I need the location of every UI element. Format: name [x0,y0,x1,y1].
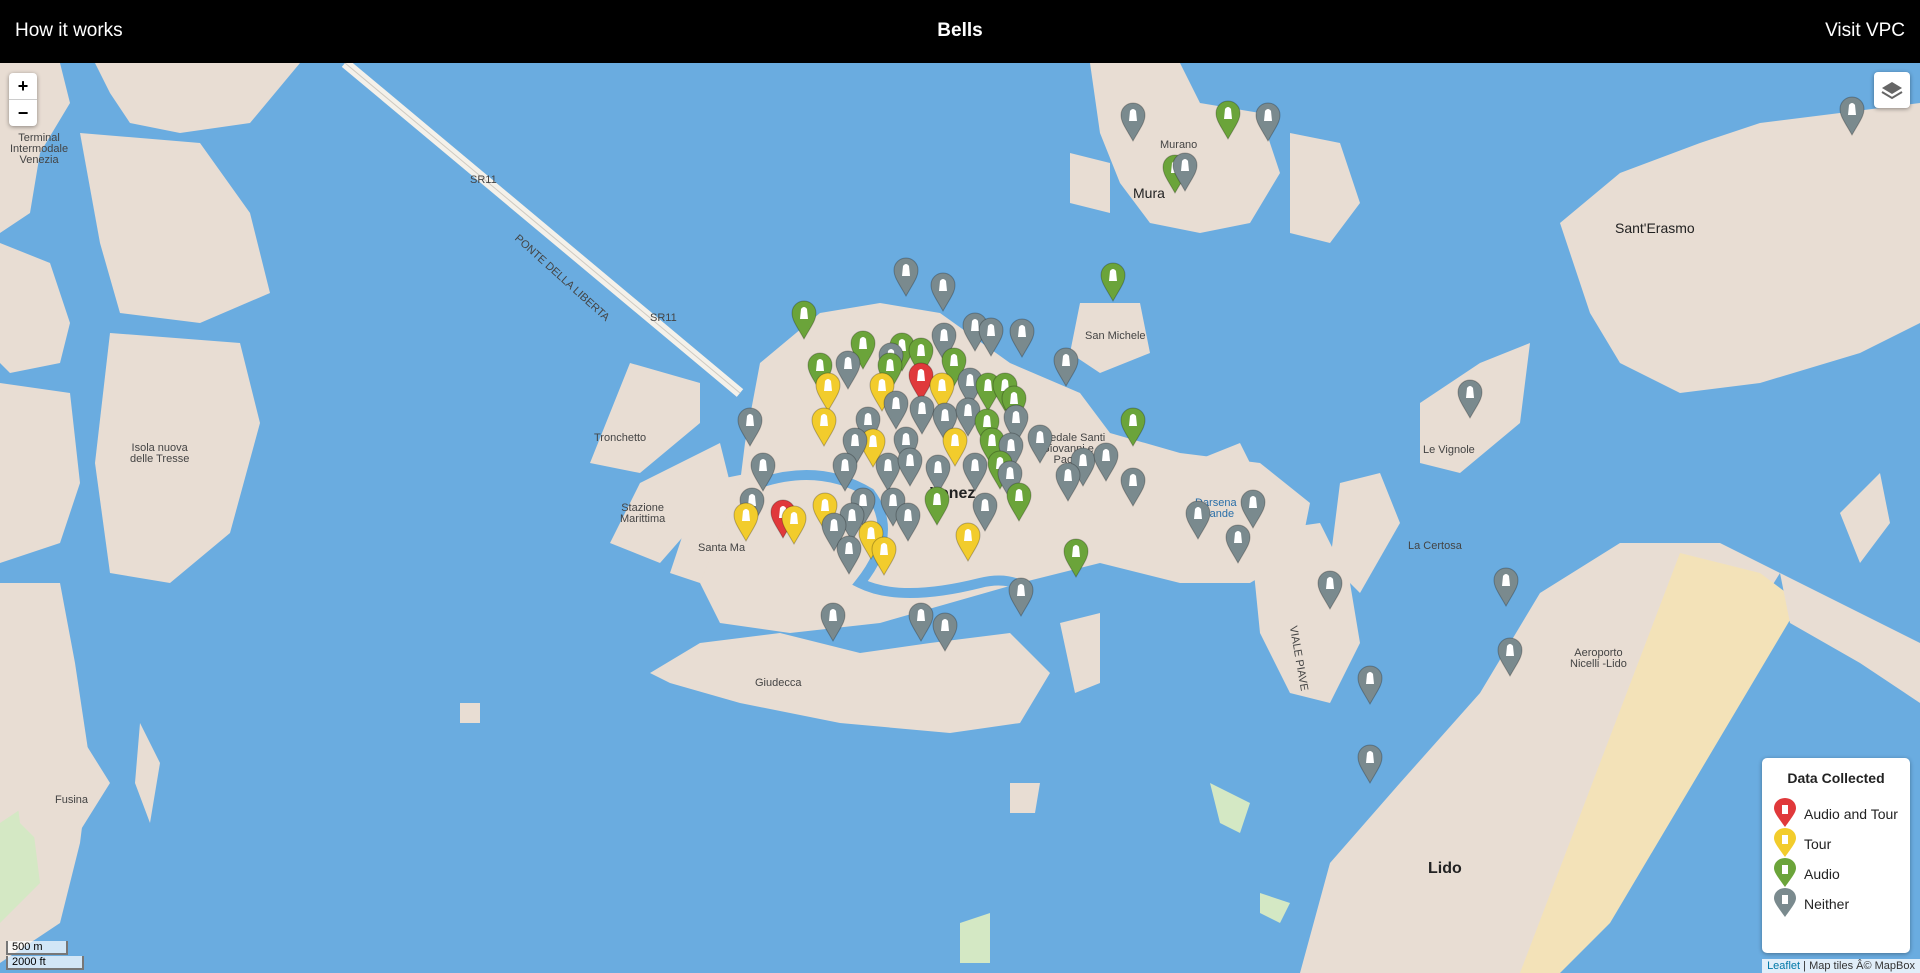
place-label-san-michele: San Michele [1085,330,1146,342]
scale-metric: 500 m [6,941,68,955]
road-label-sr11-b: SR11 [650,312,677,324]
legend-item-audio-and-tour: Audio and Tour [1772,798,1908,828]
layers-control-button[interactable] [1874,72,1910,108]
legend-item-tour: Tour [1772,828,1908,858]
legend-panel: Data Collected Audio and Tour Tour Audio… [1762,758,1910,953]
leaflet-link[interactable]: Leaflet [1767,960,1800,972]
legend-item-neither: Neither [1772,888,1908,918]
legend-label: Audio and Tour [1804,806,1898,822]
place-label-lido: Lido [1428,860,1462,877]
zoom-in-button[interactable]: + [9,73,37,99]
bell-marker-icon [1774,888,1796,917]
zoom-control: + − [9,73,37,126]
place-label-stazione: Stazione Marittima [620,502,666,525]
legend-label: Tour [1804,836,1832,852]
zoom-out-button[interactable]: − [9,99,37,126]
place-label-santa-marta: Santa Ma [698,542,746,554]
legend-title: Data Collected [1787,770,1885,786]
place-label-isola-tresse: Isola nuova delle Tresse [130,442,190,465]
place-label-vignole: Le Vignole [1423,444,1475,456]
place-label-certosa: La Certosa [1408,540,1462,552]
bell-marker-icon [1774,858,1796,887]
legend-item-audio: Audio [1772,858,1908,888]
place-label-giudecca: Giudecca [755,677,802,689]
place-label-fusina: Fusina [55,794,89,806]
place-label-santerasmo: Sant'Erasmo [1615,220,1695,236]
page-title: Bells [937,20,983,41]
top-navbar: How it works Bells Visit VPC [0,0,1920,63]
visit-vpc-link[interactable]: Visit VPC [1825,20,1905,42]
road-label-sr11-a: SR11 [470,174,497,186]
basemap [0,63,1920,973]
place-label-terminal: Terminal Intermodale Venezia [10,132,69,166]
place-label-tronchetto: Tronchetto [594,432,647,444]
place-label-murano-small: Murano [1160,139,1198,151]
bell-marker-icon [1774,798,1796,827]
map-canvas[interactable]: + − Terminal Intermodale Venezia SR11 PO… [0,63,1920,973]
scale-imperial: 2000 ft [6,956,84,970]
scale-bar: 500 m 2000 ft [6,940,84,970]
layers-icon [1881,82,1903,100]
legend-label: Audio [1804,866,1840,882]
place-label-aeroporto: Aeroporto Nicelli -Lido [1570,647,1627,670]
legend-label: Neither [1804,896,1850,912]
place-label-murano: Mura [1133,185,1165,201]
map-attribution: Leaflet | Map tiles Â© MapBox [1762,959,1920,973]
how-it-works-link[interactable]: How it works [15,20,123,42]
attribution-text: | Map tiles Â© MapBox [1800,960,1915,972]
bell-marker-icon [1774,828,1796,857]
